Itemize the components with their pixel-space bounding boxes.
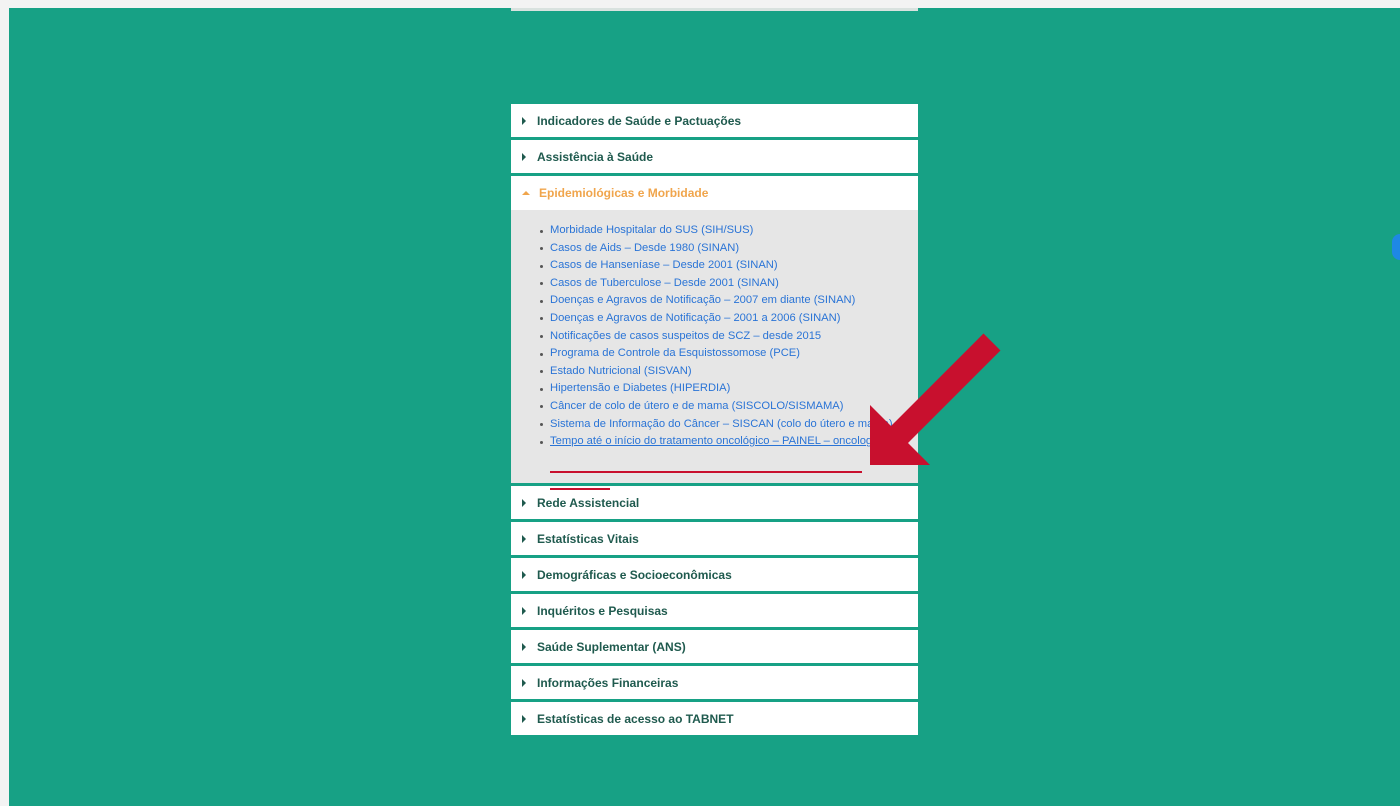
caret-right-icon bbox=[522, 498, 526, 507]
caret-right-icon bbox=[522, 642, 526, 651]
caret-right-icon bbox=[522, 152, 526, 161]
accordion-item-assistencia[interactable]: Assistência à Saúde bbox=[511, 140, 918, 173]
list-item-link[interactable]: Casos de Hanseníase – Desde 2001 (SINAN) bbox=[540, 257, 910, 275]
accordion-header[interactable]: Saúde Suplementar (ANS) bbox=[511, 630, 918, 663]
accordion-header[interactable]: Estatísticas Vitais bbox=[511, 522, 918, 555]
accordion-title: Estatísticas Vitais bbox=[537, 531, 639, 546]
caret-right-icon bbox=[522, 714, 526, 723]
accordion-title: Demográficas e Socioeconômicas bbox=[537, 567, 732, 582]
accordion-header[interactable]: Rede Assistencial bbox=[511, 486, 918, 519]
list-item-link[interactable]: Casos de Aids – Desde 1980 (SINAN) bbox=[540, 240, 910, 258]
accordion-title: Saúde Suplementar (ANS) bbox=[537, 639, 686, 654]
accordion-header[interactable]: Estatísticas de acesso ao TABNET bbox=[511, 702, 918, 735]
accordion-item-saude-suplementar[interactable]: Saúde Suplementar (ANS) bbox=[511, 630, 918, 663]
accordion-header[interactable]: Informações Financeiras bbox=[511, 666, 918, 699]
side-widget-tab[interactable] bbox=[1392, 234, 1400, 260]
accordion-header[interactable]: Indicadores de Saúde e Pactuações bbox=[511, 104, 918, 137]
accordion-title: Rede Assistencial bbox=[537, 495, 640, 510]
list-item-link[interactable]: Estado Nutricional (SISVAN) bbox=[540, 363, 910, 381]
accordion-header[interactable]: Assistência à Saúde bbox=[511, 140, 918, 173]
caret-up-icon bbox=[522, 191, 530, 195]
list-item-link[interactable]: Doenças e Agravos de Notificação – 2007 … bbox=[540, 292, 910, 310]
accordion-item-epidemiologicas[interactable]: Epidemiológicas e Morbidade Morbidade Ho… bbox=[511, 176, 918, 490]
accordion-item-demograficas[interactable]: Demográficas e Socioeconômicas bbox=[511, 558, 918, 591]
caret-right-icon bbox=[522, 570, 526, 579]
caret-right-icon bbox=[522, 678, 526, 687]
accordion-item-estatisticas-vitais[interactable]: Estatísticas Vitais bbox=[511, 522, 918, 555]
previous-section-edge bbox=[511, 8, 918, 11]
accordion-menu: Indicadores de Saúde e Pactuações Assist… bbox=[511, 104, 918, 738]
list-item-link[interactable]: Câncer de colo de útero e de mama (SISCO… bbox=[540, 398, 910, 416]
list-item-link[interactable]: Sistema de Informação do Câncer – SISCAN… bbox=[540, 416, 910, 434]
accordion-header[interactable]: Inquéritos e Pesquisas bbox=[511, 594, 918, 627]
accordion-panel: Morbidade Hospitalar do SUS (SIH/SUS) Ca… bbox=[511, 210, 918, 490]
list-item-link[interactable]: Morbidade Hospitalar do SUS (SIH/SUS) bbox=[540, 222, 910, 240]
accordion-title: Estatísticas de acesso ao TABNET bbox=[537, 711, 734, 726]
accordion-header[interactable]: Epidemiológicas e Morbidade bbox=[511, 176, 918, 210]
red-underline-annotation bbox=[550, 488, 610, 490]
caret-right-icon bbox=[522, 116, 526, 125]
list-item-link-oncologia[interactable]: Tempo até o início do tratamento oncológ… bbox=[540, 433, 910, 451]
list-item-link[interactable]: Casos de Tuberculose – Desde 2001 (SINAN… bbox=[540, 275, 910, 293]
accordion-title: Inquéritos e Pesquisas bbox=[537, 603, 668, 618]
red-arrow-icon bbox=[870, 333, 1001, 465]
list-item-link[interactable]: Notificações de casos suspeitos de SCZ –… bbox=[540, 328, 910, 346]
red-underline-annotation bbox=[550, 471, 862, 473]
accordion-item-acesso-tabnet[interactable]: Estatísticas de acesso ao TABNET bbox=[511, 702, 918, 735]
accordion-title: Epidemiológicas e Morbidade bbox=[539, 186, 709, 200]
accordion-item-financeiras[interactable]: Informações Financeiras bbox=[511, 666, 918, 699]
list-item-link[interactable]: Programa de Controle da Esquistossomose … bbox=[540, 345, 910, 363]
list-item-link[interactable]: Hipertensão e Diabetes (HIPERDIA) bbox=[540, 380, 910, 398]
accordion-item-rede[interactable]: Rede Assistencial bbox=[511, 486, 918, 519]
caret-right-icon bbox=[522, 534, 526, 543]
accordion-title: Indicadores de Saúde e Pactuações bbox=[537, 113, 742, 128]
accordion-item-indicadores[interactable]: Indicadores de Saúde e Pactuações bbox=[511, 104, 918, 137]
accordion-title: Assistência à Saúde bbox=[537, 149, 654, 164]
accordion-header[interactable]: Demográficas e Socioeconômicas bbox=[511, 558, 918, 591]
list-item-link[interactable]: Doenças e Agravos de Notificação – 2001 … bbox=[540, 310, 910, 328]
accordion-title: Informações Financeiras bbox=[537, 675, 679, 690]
caret-right-icon bbox=[522, 606, 526, 615]
accordion-item-inqueritos[interactable]: Inquéritos e Pesquisas bbox=[511, 594, 918, 627]
link-list: Morbidade Hospitalar do SUS (SIH/SUS) Ca… bbox=[540, 222, 910, 451]
